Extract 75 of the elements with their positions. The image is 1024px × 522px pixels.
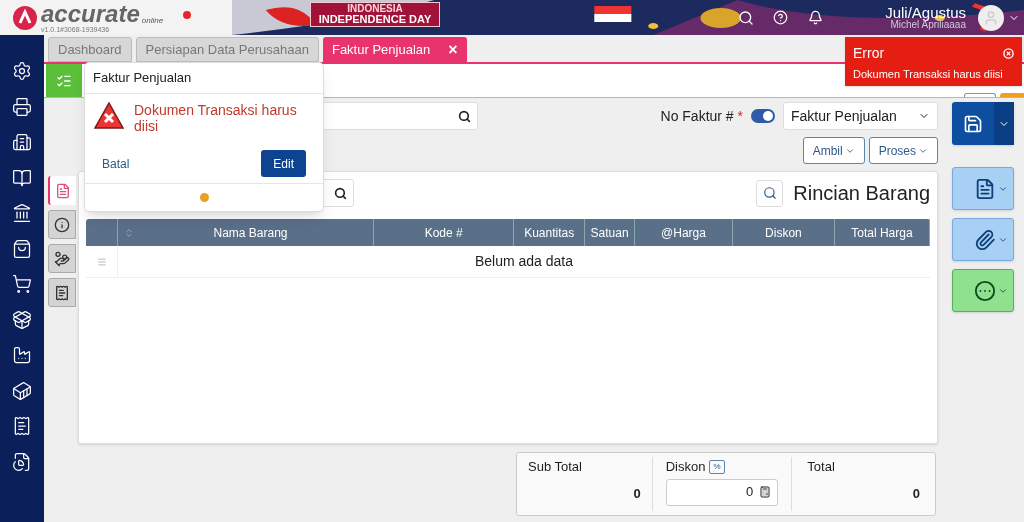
subtotal-label: Sub Total (528, 458, 583, 476)
search-icon (457, 109, 471, 123)
notification-icon[interactable] (808, 10, 824, 25)
column-header: Total Harga (834, 219, 930, 246)
total-label: Total (807, 458, 836, 476)
dropdown-button[interactable]: Ambil (802, 137, 865, 164)
user-name: Michel Apriliaaaa (890, 20, 966, 30)
factory-icon[interactable] (12, 345, 32, 365)
banner-subtitle: INDEPENDENCE DAY (318, 14, 432, 25)
container-icon[interactable] (12, 380, 32, 401)
brand-name: accurate (41, 2, 140, 25)
side-tab[interactable] (48, 244, 76, 273)
column-header: @Harga (635, 219, 734, 246)
search-button[interactable] (756, 179, 784, 207)
column-header: Nama Barang (212, 224, 289, 242)
close-icon[interactable] (1003, 48, 1014, 59)
empty-text: Belum ada data (474, 252, 574, 271)
percent-toggle[interactable]: % (709, 459, 725, 474)
discount-field[interactable]: 0 (665, 478, 779, 506)
discount-label: Diskon (665, 458, 706, 476)
search-icon (334, 186, 347, 200)
receipt-icon[interactable] (12, 416, 32, 436)
document-icon (974, 177, 996, 200)
report-icon[interactable] (12, 451, 32, 472)
help-icon[interactable] (773, 10, 789, 25)
dropdown-button[interactable]: Proses (868, 137, 938, 164)
building-icon[interactable] (12, 132, 32, 152)
warning-icon (94, 101, 124, 129)
printer-icon[interactable] (12, 96, 32, 117)
type-select[interactable]: Faktur Penjualan (783, 102, 938, 130)
subtotal-value: 0 (632, 484, 641, 503)
document-button[interactable] (952, 167, 1014, 210)
bag-icon[interactable] (12, 238, 32, 259)
search-icon (762, 186, 777, 200)
paperclip-icon (974, 228, 996, 251)
toast-title: Error (853, 44, 885, 63)
popup-message: Dokumen Transaksi harus diisi (134, 101, 298, 134)
more-icon (974, 279, 996, 302)
column-header: Kuantitas (514, 219, 586, 246)
column-header: Kode # (374, 219, 515, 246)
popup-title: Faktur Penjualan (85, 63, 323, 94)
payment-icon (54, 284, 70, 301)
cart-icon[interactable] (12, 274, 32, 294)
more-button[interactable] (952, 269, 1014, 312)
save-button[interactable] (952, 102, 1014, 145)
column-header: Diskon (733, 219, 835, 246)
logo-icon (13, 5, 37, 30)
side-tab[interactable] (48, 176, 76, 205)
package-icon[interactable] (12, 309, 32, 330)
side-tab[interactable] (48, 278, 76, 307)
gear-icon[interactable] (12, 61, 32, 81)
total-value: 0 (911, 484, 920, 503)
cancel-link[interactable]: Batal (102, 154, 130, 173)
close-icon[interactable]: × (448, 41, 458, 58)
column-header: Satuan (585, 219, 636, 246)
edit-button[interactable]: Edit (261, 150, 306, 177)
book-icon[interactable] (12, 167, 32, 188)
field-label: No Faktur # * (660, 106, 743, 126)
document-icon (55, 182, 71, 199)
drag-handle-icon[interactable] (96, 256, 107, 267)
toolbar-button[interactable] (964, 93, 996, 97)
banner-title: INDONESIA (347, 4, 403, 14)
bank-icon[interactable] (12, 203, 32, 223)
attachment-button[interactable] (952, 218, 1014, 261)
search-icon[interactable] (738, 9, 755, 26)
period-text: Juli/Agustus (885, 5, 966, 20)
calculator-icon[interactable] (759, 486, 772, 498)
section-title: Rincian Barang (793, 181, 930, 206)
toast-message: Dokumen Transaksi harus diisi (853, 67, 1004, 82)
side-tab[interactable] (48, 210, 76, 239)
money-bag-icon (54, 250, 70, 267)
tab[interactable]: Faktur Penjualan × (322, 37, 467, 62)
info-icon (54, 216, 70, 233)
brand-subtitle: online (141, 16, 164, 25)
auto-number-toggle[interactable] (751, 109, 775, 123)
